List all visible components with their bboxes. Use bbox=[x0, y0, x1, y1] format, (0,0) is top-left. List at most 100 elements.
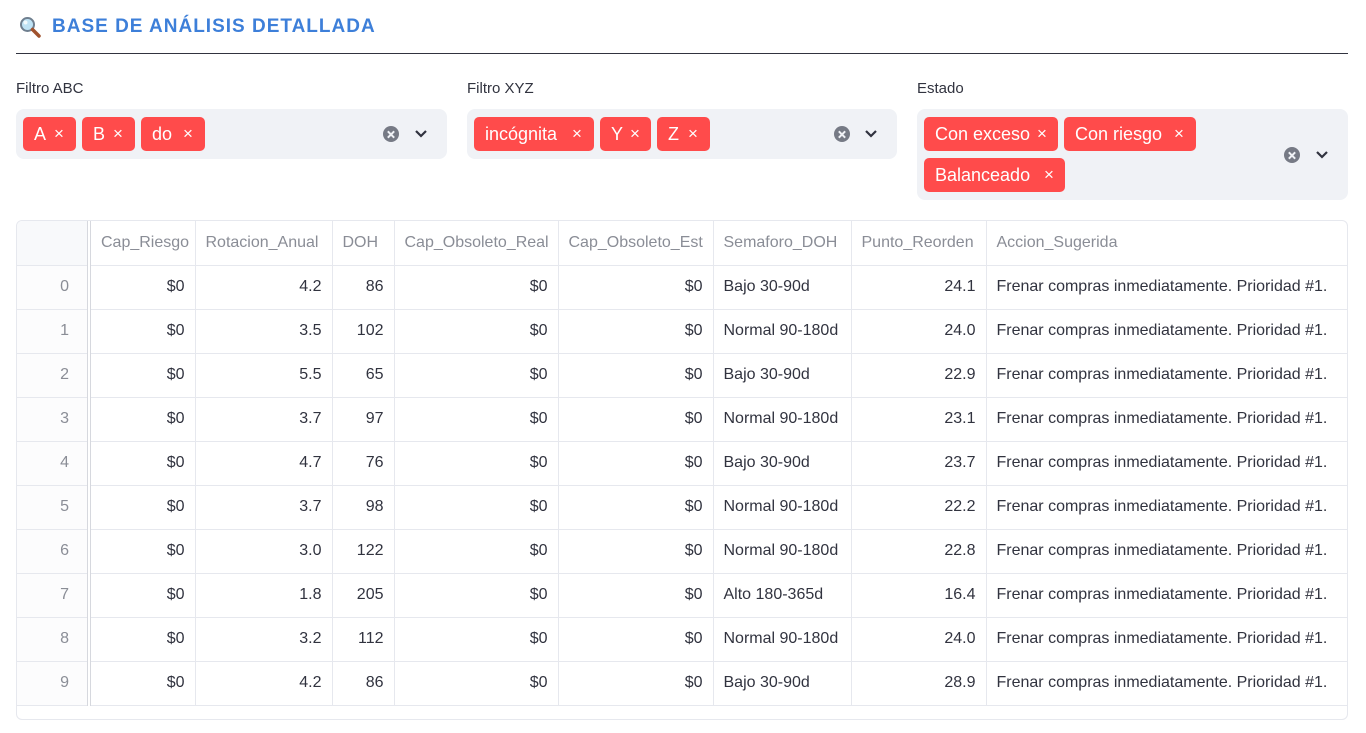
table-cell[interactable]: Bajo 30-90d bbox=[713, 265, 852, 310]
column-header-doh[interactable]: DOH bbox=[332, 221, 395, 266]
chip-remove-icon[interactable]: × bbox=[630, 117, 640, 151]
column-header-rotacion-anual[interactable]: Rotacion_Anual bbox=[195, 221, 333, 266]
table-cell[interactable]: Frenar compras inmediatamente. Prioridad… bbox=[986, 617, 1347, 662]
column-header-cap-obsoleto-real[interactable]: Cap_Obsoleto_Real bbox=[394, 221, 559, 266]
table-cell[interactable]: Alto 180-365d bbox=[713, 573, 852, 618]
table-cell[interactable]: Frenar compras inmediatamente. Prioridad… bbox=[986, 661, 1347, 706]
chip-remove-icon[interactable]: × bbox=[688, 117, 698, 151]
table-cell[interactable]: 102 bbox=[332, 309, 395, 354]
column-header-cap-obsoleto-est[interactable]: Cap_Obsoleto_Est bbox=[558, 221, 714, 266]
table-cell[interactable]: 3.0 bbox=[195, 529, 333, 574]
table-cell[interactable]: $0 bbox=[558, 573, 714, 618]
chevron-down-icon[interactable] bbox=[1314, 149, 1330, 161]
table-cell[interactable]: $0 bbox=[89, 617, 196, 662]
table-cell[interactable]: 86 bbox=[332, 265, 395, 310]
chip-remove-icon[interactable]: × bbox=[572, 117, 582, 151]
column-header-punto-reorden[interactable]: Punto_Reorden bbox=[851, 221, 987, 266]
table-cell[interactable]: 24.0 bbox=[851, 617, 987, 662]
table-cell[interactable]: 112 bbox=[332, 617, 395, 662]
table-cell[interactable]: $0 bbox=[558, 265, 714, 310]
table-cell[interactable]: $0 bbox=[89, 309, 196, 354]
chip-remove-icon[interactable]: × bbox=[54, 117, 64, 151]
table-cell[interactable]: Frenar compras inmediatamente. Prioridad… bbox=[986, 353, 1347, 398]
table-cell[interactable]: 22.9 bbox=[851, 353, 987, 398]
table-cell[interactable]: 3.5 bbox=[195, 309, 333, 354]
chip-remove-icon[interactable]: × bbox=[1037, 117, 1047, 151]
table-cell[interactable]: $0 bbox=[558, 441, 714, 486]
table-cell[interactable]: $0 bbox=[394, 353, 559, 398]
table-cell[interactable]: 28.9 bbox=[851, 661, 987, 706]
chevron-down-icon[interactable] bbox=[413, 128, 429, 140]
table-cell[interactable]: $0 bbox=[558, 397, 714, 442]
table-cell[interactable]: $0 bbox=[89, 265, 196, 310]
clear-all-icon[interactable] bbox=[834, 126, 850, 142]
table-cell[interactable]: 86 bbox=[332, 661, 395, 706]
table-cell[interactable]: 5.5 bbox=[195, 353, 333, 398]
chevron-down-icon[interactable] bbox=[863, 128, 879, 140]
table-cell[interactable]: 4.2 bbox=[195, 661, 333, 706]
table-cell[interactable]: Normal 90-180d bbox=[713, 485, 852, 530]
table-cell[interactable]: $0 bbox=[89, 529, 196, 574]
table-cell[interactable]: 4.7 bbox=[195, 441, 333, 486]
table-cell[interactable]: 23.7 bbox=[851, 441, 987, 486]
table-cell[interactable]: Frenar compras inmediatamente. Prioridad… bbox=[986, 397, 1347, 442]
table-cell[interactable]: 205 bbox=[332, 573, 395, 618]
table-cell[interactable]: $0 bbox=[89, 573, 196, 618]
table-cell[interactable]: Normal 90-180d bbox=[713, 309, 852, 354]
table-cell[interactable]: 22.8 bbox=[851, 529, 987, 574]
table-cell[interactable]: Frenar compras inmediatamente. Prioridad… bbox=[986, 529, 1347, 574]
table-cell[interactable]: $0 bbox=[394, 529, 559, 574]
table-cell[interactable]: Bajo 30-90d bbox=[713, 353, 852, 398]
table-cell[interactable]: Frenar compras inmediatamente. Prioridad… bbox=[986, 309, 1347, 354]
table-cell[interactable]: $0 bbox=[558, 661, 714, 706]
table-cell[interactable]: $0 bbox=[394, 661, 559, 706]
table-cell[interactable]: $0 bbox=[394, 573, 559, 618]
table-cell[interactable]: $0 bbox=[558, 529, 714, 574]
table-cell[interactable]: 22.2 bbox=[851, 485, 987, 530]
clear-all-icon[interactable] bbox=[383, 126, 399, 142]
table-cell[interactable]: 24.1 bbox=[851, 265, 987, 310]
table-cell[interactable]: Frenar compras inmediatamente. Prioridad… bbox=[986, 485, 1347, 530]
filter-abc-multiselect[interactable]: A × B × do × bbox=[16, 109, 447, 159]
table-cell[interactable]: $0 bbox=[558, 353, 714, 398]
table-cell[interactable]: Normal 90-180d bbox=[713, 617, 852, 662]
table-cell[interactable]: $0 bbox=[394, 441, 559, 486]
column-header-accion-sugerida[interactable]: Accion_Sugerida bbox=[986, 221, 1347, 266]
table-cell[interactable]: 97 bbox=[332, 397, 395, 442]
chip-remove-icon[interactable]: × bbox=[1044, 158, 1054, 192]
table-cell[interactable]: Frenar compras inmediatamente. Prioridad… bbox=[986, 573, 1347, 618]
chip-remove-icon[interactable]: × bbox=[113, 117, 123, 151]
table-cell[interactable]: 24.0 bbox=[851, 309, 987, 354]
table-cell[interactable]: $0 bbox=[89, 353, 196, 398]
table-cell[interactable]: 16.4 bbox=[851, 573, 987, 618]
table-cell[interactable]: 65 bbox=[332, 353, 395, 398]
table-cell[interactable]: $0 bbox=[89, 661, 196, 706]
table-cell[interactable]: 3.7 bbox=[195, 485, 333, 530]
table-cell[interactable]: Normal 90-180d bbox=[713, 397, 852, 442]
table-cell[interactable]: $0 bbox=[89, 485, 196, 530]
table-cell[interactable]: $0 bbox=[558, 485, 714, 530]
clear-all-icon[interactable] bbox=[1284, 147, 1300, 163]
filter-estado-multiselect[interactable]: Con exceso × Con riesgo × Balanceado × bbox=[917, 109, 1348, 200]
table-cell[interactable]: $0 bbox=[394, 397, 559, 442]
table-cell[interactable]: $0 bbox=[89, 397, 196, 442]
table-cell[interactable]: 76 bbox=[332, 441, 395, 486]
table-cell[interactable]: Frenar compras inmediatamente. Prioridad… bbox=[986, 265, 1347, 310]
table-cell[interactable]: $0 bbox=[394, 485, 559, 530]
table-cell[interactable]: 23.1 bbox=[851, 397, 987, 442]
table-cell[interactable]: $0 bbox=[394, 309, 559, 354]
table-cell[interactable]: Normal 90-180d bbox=[713, 529, 852, 574]
table-cell[interactable]: 3.2 bbox=[195, 617, 333, 662]
table-cell[interactable]: 98 bbox=[332, 485, 395, 530]
table-cell[interactable]: 122 bbox=[332, 529, 395, 574]
table-cell[interactable]: $0 bbox=[89, 441, 196, 486]
table-cell[interactable]: $0 bbox=[558, 309, 714, 354]
data-table[interactable]: Cap_Riesgo Rotacion_Anual DOH Cap_Obsole… bbox=[16, 220, 1348, 720]
table-cell[interactable]: $0 bbox=[394, 617, 559, 662]
column-header-semaforo-doh[interactable]: Semaforo_DOH bbox=[713, 221, 852, 266]
chip-remove-icon[interactable]: × bbox=[183, 117, 193, 151]
table-cell[interactable]: Bajo 30-90d bbox=[713, 441, 852, 486]
table-cell[interactable]: Frenar compras inmediatamente. Prioridad… bbox=[986, 441, 1347, 486]
table-cell[interactable]: $0 bbox=[558, 617, 714, 662]
table-cell[interactable]: 1.8 bbox=[195, 573, 333, 618]
